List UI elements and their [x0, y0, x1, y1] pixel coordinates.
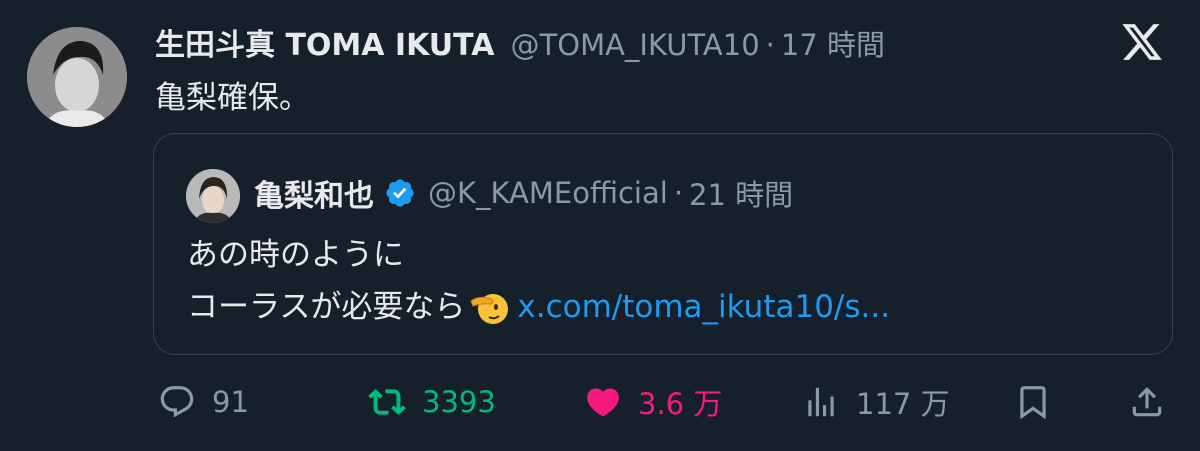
- quoted-tweet-link[interactable]: x.com/toma_ikuta10/s...: [517, 281, 890, 333]
- bookmark-icon: [1020, 386, 1046, 420]
- reply-icon: [160, 386, 194, 418]
- bookmark-button[interactable]: [1014, 380, 1052, 424]
- author-handle[interactable]: @TOMA_IKUTA10: [511, 28, 760, 62]
- quoted-author-handle[interactable]: @K_KAMEofficial: [428, 176, 668, 210]
- tweet-timestamp[interactable]: 17 時間: [781, 22, 885, 64]
- x-logo-icon[interactable]: [1120, 20, 1164, 64]
- quoted-tweet-card[interactable]: 亀梨和也 @K_KAMEofficial · 21 時間 あの時のように コーラ…: [153, 133, 1173, 355]
- like-count: 3.6 万: [638, 387, 723, 421]
- tweet-header: 生田斗真 TOMA IKUTA @TOMA_IKUTA10 · 17 時間: [155, 20, 885, 64]
- quoted-text-line-2: コーラスが必要なら x.com/toma_ikuta10/s...: [187, 281, 890, 333]
- quoted-tweet-timestamp[interactable]: 21 時間: [689, 172, 793, 214]
- like-button[interactable]: 3.6 万: [584, 380, 722, 424]
- reply-count: 91: [212, 385, 249, 419]
- share-icon: [1132, 387, 1162, 417]
- avatar-photo: [27, 27, 127, 127]
- views-count: 117 万: [856, 387, 950, 421]
- quoted-text-line-1: あの時のように: [187, 237, 404, 273]
- heart-icon: [587, 388, 619, 417]
- separator-dot: ·: [673, 176, 684, 210]
- separator-dot: ·: [765, 28, 775, 62]
- author-name[interactable]: 生田斗真 TOMA IKUTA: [155, 20, 495, 64]
- verified-badge-icon[interactable]: [384, 177, 416, 209]
- saluting-face-icon: [470, 294, 509, 324]
- retweet-icon: [368, 389, 406, 415]
- quoted-text-line-2-text: コーラスが必要なら: [187, 289, 466, 325]
- retweet-button[interactable]: 3393: [368, 380, 496, 424]
- views-button[interactable]: 117 万: [802, 380, 950, 424]
- quoted-author-name[interactable]: 亀梨和也: [254, 171, 374, 215]
- reply-button[interactable]: 91: [158, 380, 249, 424]
- tweet-text: 亀梨確保。: [155, 80, 310, 116]
- views-chart-icon: [808, 387, 834, 417]
- share-button[interactable]: [1128, 380, 1166, 424]
- quoted-tweet-text: あの時のように コーラスが必要なら x.com/toma_ikuta10/s..…: [187, 229, 890, 333]
- retweet-count: 3393: [422, 385, 496, 419]
- quoted-author-avatar[interactable]: [186, 169, 240, 223]
- quoted-tweet-header: 亀梨和也 @K_KAMEofficial · 21 時間: [254, 171, 793, 215]
- quoted-avatar-photo: [186, 169, 240, 223]
- author-avatar[interactable]: [27, 27, 127, 127]
